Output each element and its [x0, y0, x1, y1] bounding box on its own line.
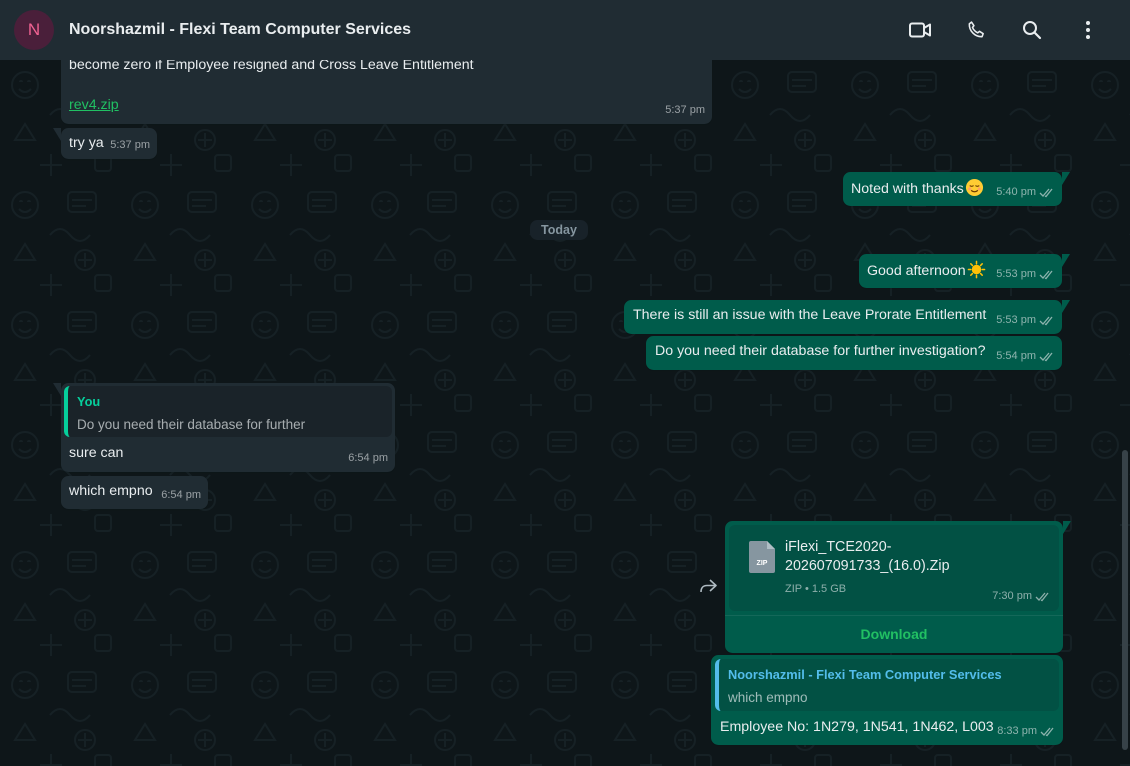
- message-time: 5:54 pm: [996, 347, 1055, 366]
- double-check-icon: [1040, 727, 1054, 737]
- message-time: 6:54 pm: [348, 449, 388, 468]
- quoted-author: Noorshazmil - Flexi Team Computer Servic…: [728, 667, 1002, 682]
- message-time: 5:37 pm: [110, 136, 150, 155]
- file-name-line-1: iFlexi_TCE2020-: [785, 539, 892, 555]
- incoming-message[interactable]: try ya 5:37 pm: [53, 128, 157, 159]
- forward-button[interactable]: [697, 575, 719, 597]
- message-text: Employee No: 1N279, 1N541, 1N462, L003: [720, 719, 994, 735]
- menu-icon: [1086, 21, 1090, 39]
- chat-header: N Noorshazmil - Flexi Team Computer Serv…: [0, 0, 1130, 60]
- time-label: 7:30 pm: [992, 590, 1032, 602]
- video-call-icon: [909, 22, 931, 38]
- time-label: 8:33 pm: [997, 725, 1037, 737]
- double-check-icon: [1039, 316, 1053, 326]
- time-label: 6:54 pm: [348, 452, 388, 464]
- message-time: 5:40 pm: [996, 183, 1055, 202]
- outgoing-message[interactable]: Noted with thanks 5:40 pm: [843, 172, 1070, 206]
- avatar-letter: N: [27, 20, 41, 39]
- relieved-face-emoji-icon: [965, 178, 983, 197]
- outgoing-message[interactable]: There is still an issue with the Leave P…: [624, 300, 1070, 334]
- time-label: 6:54 pm: [161, 489, 201, 501]
- voice-call-icon: [968, 21, 984, 38]
- contact-name[interactable]: Noorshazmil - Flexi Team Computer Servic…: [69, 21, 411, 39]
- header-actions: [892, 10, 1116, 50]
- message-time: 5:53 pm: [996, 311, 1055, 330]
- message-time: 8:33 pm: [997, 722, 1056, 741]
- double-check-icon: [1035, 592, 1049, 602]
- double-check-icon: [1039, 270, 1053, 280]
- download-button[interactable]: Download: [725, 615, 1063, 653]
- quoted-text: which empno: [728, 690, 808, 705]
- message-text: which empno: [69, 483, 153, 499]
- voice-call-button[interactable]: [948, 10, 1004, 50]
- forward-icon: [700, 579, 717, 593]
- avatar[interactable]: N: [14, 10, 54, 50]
- time-label: 5:54 pm: [996, 350, 1036, 362]
- time-label: 5:37 pm: [110, 139, 150, 151]
- time-label: 5:53 pm: [996, 314, 1036, 326]
- message-text: sure can: [69, 445, 124, 461]
- incoming-message[interactable]: which empno 6:54 pm: [61, 476, 208, 509]
- message-time: 7:30 pm: [992, 587, 1051, 606]
- message-text: There is still an issue with the Leave P…: [633, 307, 987, 323]
- message-text: Noted with thanks: [851, 178, 984, 199]
- outgoing-message[interactable]: Do you need their database for further i…: [646, 336, 1062, 370]
- zip-file-icon: ZIP: [749, 541, 775, 573]
- date-divider: Today: [530, 220, 588, 240]
- file-name-line-2: 202607091733_(16.0).Zip: [785, 558, 950, 574]
- quoted-author: You: [77, 394, 101, 409]
- time-label: 5:37 pm: [665, 104, 705, 116]
- outgoing-reply-message[interactable]: Noorshazmil - Flexi Team Computer Servic…: [711, 655, 1063, 745]
- message-text: Good afternoon: [867, 260, 986, 281]
- outgoing-file-message[interactable]: ZIP iFlexi_TCE2020- 202607091733_(16.0).…: [725, 521, 1071, 653]
- zip-file-icon-label: ZIP: [757, 560, 768, 567]
- file-link[interactable]: rev4.zip: [69, 96, 119, 115]
- incoming-reply-message[interactable]: You Do you need their database for furth…: [53, 383, 395, 472]
- incoming-message[interactable]: become zero if Employee resigned and Cro…: [61, 60, 712, 124]
- message-text: Do you need their database for further i…: [655, 343, 986, 359]
- outgoing-message[interactable]: Good afternoon 5:53 pm: [859, 254, 1070, 288]
- message-text: become zero if Employee resigned and Cro…: [69, 60, 474, 73]
- search-icon: [1023, 21, 1042, 40]
- menu-button[interactable]: [1060, 10, 1116, 50]
- file-name: iFlexi_TCE2020- 202607091733_(16.0).Zip: [785, 538, 1045, 576]
- message-text-content: Noted with thanks: [851, 181, 964, 197]
- message-text: try ya: [69, 135, 104, 151]
- time-label: 5:40 pm: [996, 186, 1036, 198]
- video-call-button[interactable]: [892, 10, 948, 50]
- time-label: 5:53 pm: [996, 268, 1036, 280]
- message-text-content: Good afternoon: [867, 263, 966, 279]
- message-list[interactable]: become zero if Employee resigned and Cro…: [0, 60, 1130, 766]
- search-button[interactable]: [1004, 10, 1060, 50]
- quoted-message[interactable]: You Do you need their database for furth…: [64, 386, 392, 437]
- file-attachment[interactable]: ZIP iFlexi_TCE2020- 202607091733_(16.0).…: [729, 525, 1059, 611]
- message-time: 6:54 pm: [161, 486, 201, 505]
- file-meta: ZIP • 1.5 GB: [785, 583, 847, 595]
- scrollbar[interactable]: [1122, 450, 1128, 750]
- double-check-icon: [1039, 188, 1053, 198]
- message-time: 5:37 pm: [665, 101, 705, 120]
- double-check-icon: [1039, 352, 1053, 362]
- sun-emoji-icon: [967, 260, 985, 279]
- message-time: 5:53 pm: [996, 265, 1055, 284]
- quoted-text: Do you need their database for further i…: [77, 417, 306, 437]
- quoted-message[interactable]: Noorshazmil - Flexi Team Computer Servic…: [715, 659, 1059, 711]
